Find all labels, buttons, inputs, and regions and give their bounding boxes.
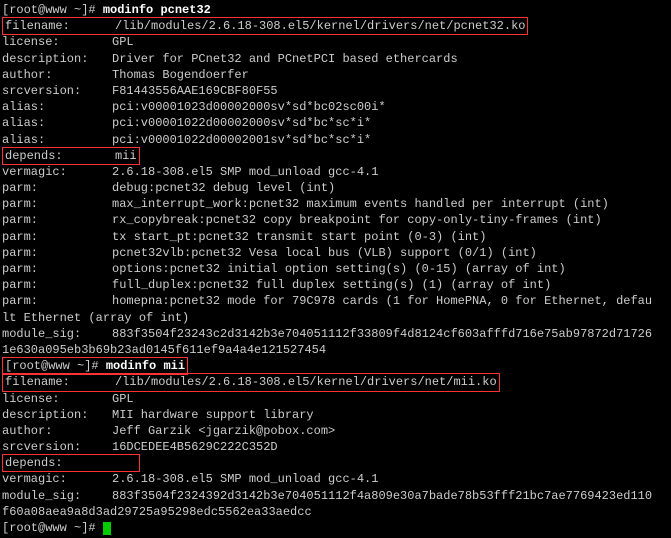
kv-license: license:GPL xyxy=(2,34,669,50)
kv-parm: parm:homepna:pcnet32 mode for 79C978 car… xyxy=(2,293,669,309)
val: options:pcnet32 initial option setting(s… xyxy=(112,262,566,276)
wrap-line: lt Ethernet (array of int) xyxy=(2,310,669,326)
kv-parm: parm:full_duplex:pcnet32 full duplex set… xyxy=(2,277,669,293)
key: parm: xyxy=(2,261,112,277)
key: depends: xyxy=(5,455,115,471)
kv-parm: parm:pcnet32vlb:pcnet32 Vesa local bus (… xyxy=(2,245,669,261)
val: /lib/modules/2.6.18-308.el5/kernel/drive… xyxy=(115,19,525,33)
kv-alias: alias:pci:v00001022d00002000sv*sd*bc*sc*… xyxy=(2,115,669,131)
key: description: xyxy=(2,407,112,423)
highlight-box: depends:mii xyxy=(2,147,140,165)
val: max_interrupt_work:pcnet32 maximum event… xyxy=(112,197,609,211)
key: module_sig: xyxy=(2,326,112,342)
kv-depends: depends: xyxy=(2,455,669,471)
prompt-prefix: [root@www ~]# xyxy=(5,359,106,373)
val: tx start_pt:pcnet32 transmit start point… xyxy=(112,230,486,244)
val: 883f3504f2324392d3142b3e704051112f4a809e… xyxy=(112,489,652,503)
kv-license: license:GPL xyxy=(2,391,669,407)
kv-vermagic: vermagic:2.6.18-308.el5 SMP mod_unload g… xyxy=(2,471,669,487)
kv-parm: parm:tx start_pt:pcnet32 transmit start … xyxy=(2,229,669,245)
key: depends: xyxy=(5,148,115,164)
val: pci:v00001023d00002000sv*sd*bc02sc00i* xyxy=(112,100,386,114)
key: alias: xyxy=(2,115,112,131)
val: 16DCEDEE4B5629C222C352D xyxy=(112,440,278,454)
val: 883f3504f23243c2d3142b3e704051112f33809f… xyxy=(112,327,652,341)
val: pci:v00001022d00002000sv*sd*bc*sc*i* xyxy=(112,116,371,130)
val: MII hardware support library xyxy=(112,408,314,422)
kv-modulesig: module_sig:883f3504f23243c2d3142b3e70405… xyxy=(2,326,669,342)
kv-srcversion: srcversion:F81443556AAE169CBF80F55 xyxy=(2,83,669,99)
wrap-line: 1e630a095eb3b69b23ad0145f611ef9a4a4e1215… xyxy=(2,342,669,358)
val: homepna:pcnet32 mode for 79C978 cards (1… xyxy=(112,294,652,308)
val: Thomas Bogendoerfer xyxy=(112,68,249,82)
key: license: xyxy=(2,34,112,50)
key: alias: xyxy=(2,132,112,148)
val: 2.6.18-308.el5 SMP mod_unload gcc-4.1 xyxy=(112,165,378,179)
kv-parm: parm:rx_copybreak:pcnet32 copy breakpoin… xyxy=(2,212,669,228)
kv-depends: depends:mii xyxy=(2,148,669,164)
kv-filename: filename:/lib/modules/2.6.18-308.el5/ker… xyxy=(2,374,669,390)
highlight-box: filename:/lib/modules/2.6.18-308.el5/ker… xyxy=(2,17,528,35)
val: /lib/modules/2.6.18-308.el5/kernel/drive… xyxy=(115,375,497,389)
highlight-box: filename:/lib/modules/2.6.18-308.el5/ker… xyxy=(2,373,500,391)
val: Jeff Garzik <jgarzik@pobox.com> xyxy=(112,424,335,438)
prompt-line-3[interactable]: [root@www ~]# xyxy=(2,520,669,536)
val: GPL xyxy=(112,35,134,49)
prompt-prefix: [root@www ~]# xyxy=(2,521,103,535)
val: 2.6.18-308.el5 SMP mod_unload gcc-4.1 xyxy=(112,472,378,486)
key: author: xyxy=(2,423,112,439)
key: parm: xyxy=(2,293,112,309)
key: parm: xyxy=(2,245,112,261)
prompt-line-1[interactable]: [root@www ~]# modinfo pcnet32 xyxy=(2,2,669,18)
key: description: xyxy=(2,51,112,67)
key: parm: xyxy=(2,212,112,228)
val: full_duplex:pcnet32 full duplex setting(… xyxy=(112,278,551,292)
val: Driver for PCnet32 and PCnetPCI based et… xyxy=(112,52,458,66)
prompt-line-2[interactable]: [root@www ~]# modinfo mii xyxy=(2,358,669,374)
kv-parm: parm:debug:pcnet32 debug level (int) xyxy=(2,180,669,196)
kv-description: description:MII hardware support library xyxy=(2,407,669,423)
key: parm: xyxy=(2,229,112,245)
cursor-icon xyxy=(103,522,111,535)
kv-author: author:Thomas Bogendoerfer xyxy=(2,67,669,83)
kv-description: description:Driver for PCnet32 and PCnet… xyxy=(2,51,669,67)
key: license: xyxy=(2,391,112,407)
val: GPL xyxy=(112,392,134,406)
key: filename: xyxy=(5,374,115,390)
key: alias: xyxy=(2,99,112,115)
kv-vermagic: vermagic:2.6.18-308.el5 SMP mod_unload g… xyxy=(2,164,669,180)
kv-parm: parm:max_interrupt_work:pcnet32 maximum … xyxy=(2,196,669,212)
val: F81443556AAE169CBF80F55 xyxy=(112,84,278,98)
kv-alias: alias:pci:v00001022d00002001sv*sd*bc*sc*… xyxy=(2,132,669,148)
key: module_sig: xyxy=(2,488,112,504)
key: vermagic: xyxy=(2,471,112,487)
command-text: modinfo mii xyxy=(106,359,185,373)
key: vermagic: xyxy=(2,164,112,180)
val: rx_copybreak:pcnet32 copy breakpoint for… xyxy=(112,213,602,227)
kv-srcversion: srcversion:16DCEDEE4B5629C222C352D xyxy=(2,439,669,455)
key: srcversion: xyxy=(2,439,112,455)
kv-filename: filename:/lib/modules/2.6.18-308.el5/ker… xyxy=(2,18,669,34)
key: author: xyxy=(2,67,112,83)
kv-modulesig: module_sig:883f3504f2324392d3142b3e70405… xyxy=(2,488,669,504)
key: parm: xyxy=(2,196,112,212)
command-text: modinfo pcnet32 xyxy=(103,3,211,17)
key: parm: xyxy=(2,180,112,196)
val: debug:pcnet32 debug level (int) xyxy=(112,181,335,195)
kv-alias: alias:pci:v00001023d00002000sv*sd*bc02sc… xyxy=(2,99,669,115)
kv-parm: parm:options:pcnet32 initial option sett… xyxy=(2,261,669,277)
val: mii xyxy=(115,149,137,163)
kv-author: author:Jeff Garzik <jgarzik@pobox.com> xyxy=(2,423,669,439)
key: parm: xyxy=(2,277,112,293)
wrap-line: f60a08aea9a8d3ad29725a95298edc5562ea33ae… xyxy=(2,504,669,520)
prompt-prefix: [root@www ~]# xyxy=(2,3,103,17)
highlight-box: depends: xyxy=(2,454,140,472)
key: filename: xyxy=(5,18,115,34)
val: pci:v00001022d00002001sv*sd*bc*sc*i* xyxy=(112,133,371,147)
val: pcnet32vlb:pcnet32 Vesa local bus (VLB) … xyxy=(112,246,537,260)
key: srcversion: xyxy=(2,83,112,99)
